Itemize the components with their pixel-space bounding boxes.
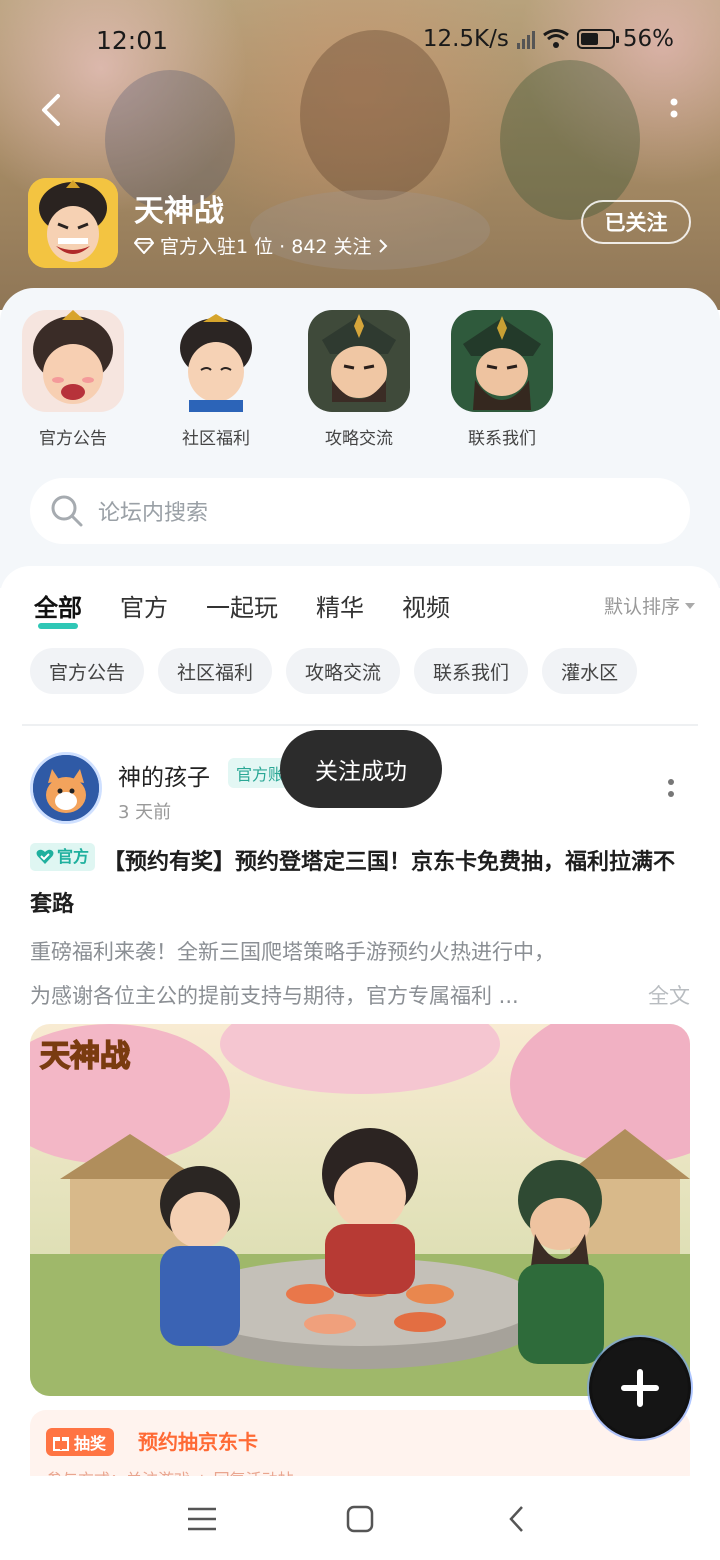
shortcut-avatar <box>308 310 410 412</box>
menu-icon[interactable] <box>182 1502 222 1536</box>
chip-chat-zone[interactable]: 灌水区 <box>542 648 638 694</box>
back-nav-icon[interactable] <box>498 1502 538 1536</box>
chip-official-notice[interactable]: 官方公告 <box>30 648 145 694</box>
author-badge: 官方账号 <box>228 758 288 788</box>
shortcut-official-notice[interactable]: 官方公告 <box>18 310 128 449</box>
status-bar: 12:01 12.5K/s 56% <box>0 26 720 62</box>
shortcut-label: 社区福利 <box>182 429 250 449</box>
shortcut-label: 官方公告 <box>39 429 107 449</box>
tab-all[interactable]: 全部 <box>34 588 82 629</box>
battery-icon <box>576 29 619 49</box>
shortcut-avatar <box>165 310 267 412</box>
home-icon[interactable] <box>340 1502 380 1536</box>
game-meta[interactable]: 官方入驻1 位 · 842 关注 <box>134 232 388 259</box>
post-excerpt[interactable]: 重磅福利来袭！全新三国爬塔策略手游预约火热进行中， 为感谢各位主公的提前支持与期… <box>30 930 690 1018</box>
post-title-text: 【预约有奖】预约登塔定三国！京东卡免费抽，福利拉满不套路 <box>30 850 676 917</box>
lottery-tag-label: 抽奖 <box>74 1434 107 1453</box>
chip-contact-us[interactable]: 联系我们 <box>414 648 529 694</box>
post-list-panel: 全部 官方 一起玩 精华 视频 默认排序 官方公告 社区福利 攻略交流 联系我们… <box>0 566 720 1476</box>
banner-hero-right <box>500 60 640 220</box>
forum-header: 12:01 12.5K/s 56% 天神战 官方入驻1 位 · 842 关注 已… <box>0 0 720 310</box>
post-title[interactable]: 官方 【预约有奖】预约登塔定三国！京东卡免费抽，福利拉满不套路 <box>30 842 690 926</box>
search-placeholder: 论坛内搜索 <box>98 501 209 526</box>
tab-play-together[interactable]: 一起玩 <box>206 588 278 623</box>
tab-bar: 全部 官方 一起玩 精华 视频 <box>34 588 450 629</box>
chip-community-welfare[interactable]: 社区福利 <box>158 648 273 694</box>
excerpt-line-2: 为感谢各位主公的提前支持与期待，官方专属福利 ... 全文 <box>30 974 690 1018</box>
shortcut-label: 攻略交流 <box>325 429 393 449</box>
status-time: 12:01 <box>96 26 169 55</box>
shortcut-label: 联系我们 <box>468 429 536 449</box>
follow-button[interactable]: 已关注 <box>581 200 691 244</box>
lottery-tag: 抽奖 <box>46 1428 115 1456</box>
search-input[interactable]: 论坛内搜索 <box>30 478 690 544</box>
excerpt-line: 为感谢各位主公的提前支持与期待，官方专属福利 ... <box>30 984 519 1008</box>
new-post-button[interactable] <box>592 1340 688 1436</box>
sort-dropdown[interactable]: 默认排序 <box>604 592 696 619</box>
game-title: 天神战 <box>134 194 224 229</box>
shortcut-community-welfare[interactable]: 社区福利 <box>161 310 271 449</box>
chip-strategy-exchange[interactable]: 攻略交流 <box>286 648 401 694</box>
chevron-right-icon <box>378 238 387 253</box>
shortcut-avatar <box>451 310 553 412</box>
tab-featured[interactable]: 精华 <box>316 588 364 623</box>
diamond-icon <box>134 237 154 254</box>
shortcuts-sheet: 官方公告 社区福利 攻略交流 联系我们 论坛内搜索 <box>0 288 720 588</box>
lottery-subtitle: 参与方式：关注游戏 + 回复活动帖 <box>46 1466 294 1476</box>
game-icon[interactable] <box>28 178 118 268</box>
status-icons: 12.5K/s 56% <box>423 26 674 52</box>
image-logo: 天神战 <box>39 1038 131 1075</box>
post-more-icon[interactable] <box>666 776 676 806</box>
divider <box>22 724 698 726</box>
post-time: 3 天前 <box>118 802 172 823</box>
shortcut-strategy-exchange[interactable]: 攻略交流 <box>304 310 414 449</box>
wifi-icon <box>542 29 569 48</box>
shortcut-avatar <box>22 310 124 412</box>
caret-down-icon <box>685 602 695 609</box>
system-nav-bar <box>0 1476 720 1560</box>
more-vertical-icon[interactable] <box>664 94 684 134</box>
lottery-title: 预约抽京东卡 <box>138 1430 258 1454</box>
heart-check-icon <box>36 849 54 864</box>
tab-official[interactable]: 官方 <box>120 588 168 623</box>
excerpt-line: 重磅福利来袭！全新三国爬塔策略手游预约火热进行中， <box>30 940 555 964</box>
search-icon <box>51 495 83 527</box>
author-name[interactable]: 神的孩子 <box>118 758 210 792</box>
sort-label: 默认排序 <box>603 596 680 618</box>
back-button[interactable] <box>30 88 74 132</box>
tab-video[interactable]: 视频 <box>402 588 450 623</box>
author-avatar[interactable] <box>30 752 102 824</box>
svg-text:天神战: 天神战 <box>40 1039 130 1074</box>
lottery-card[interactable]: 抽奖 预约抽京东卡 参与方式：关注游戏 + 回复活动帖 <box>30 1410 690 1476</box>
full-text-link[interactable]: 全文 <box>648 974 690 1018</box>
gift-icon <box>53 1437 69 1451</box>
category-chips: 官方公告 社区福利 攻略交流 联系我们 灌水区 <box>30 648 638 694</box>
official-tag: 官方 <box>30 843 96 871</box>
toast-message: 关注成功 <box>280 730 442 808</box>
official-tag-label: 官方 <box>57 847 90 866</box>
battery-percent: 56% <box>622 26 674 52</box>
network-speed: 12.5K/s <box>422 26 509 52</box>
game-meta-text: 官方入驻1 位 · 842 关注 <box>160 236 372 258</box>
shortcut-contact-us[interactable]: 联系我们 <box>447 310 557 449</box>
post-image[interactable]: 天神战 <box>30 1024 690 1396</box>
plus-icon <box>621 1369 659 1407</box>
signal-icon <box>516 29 535 49</box>
